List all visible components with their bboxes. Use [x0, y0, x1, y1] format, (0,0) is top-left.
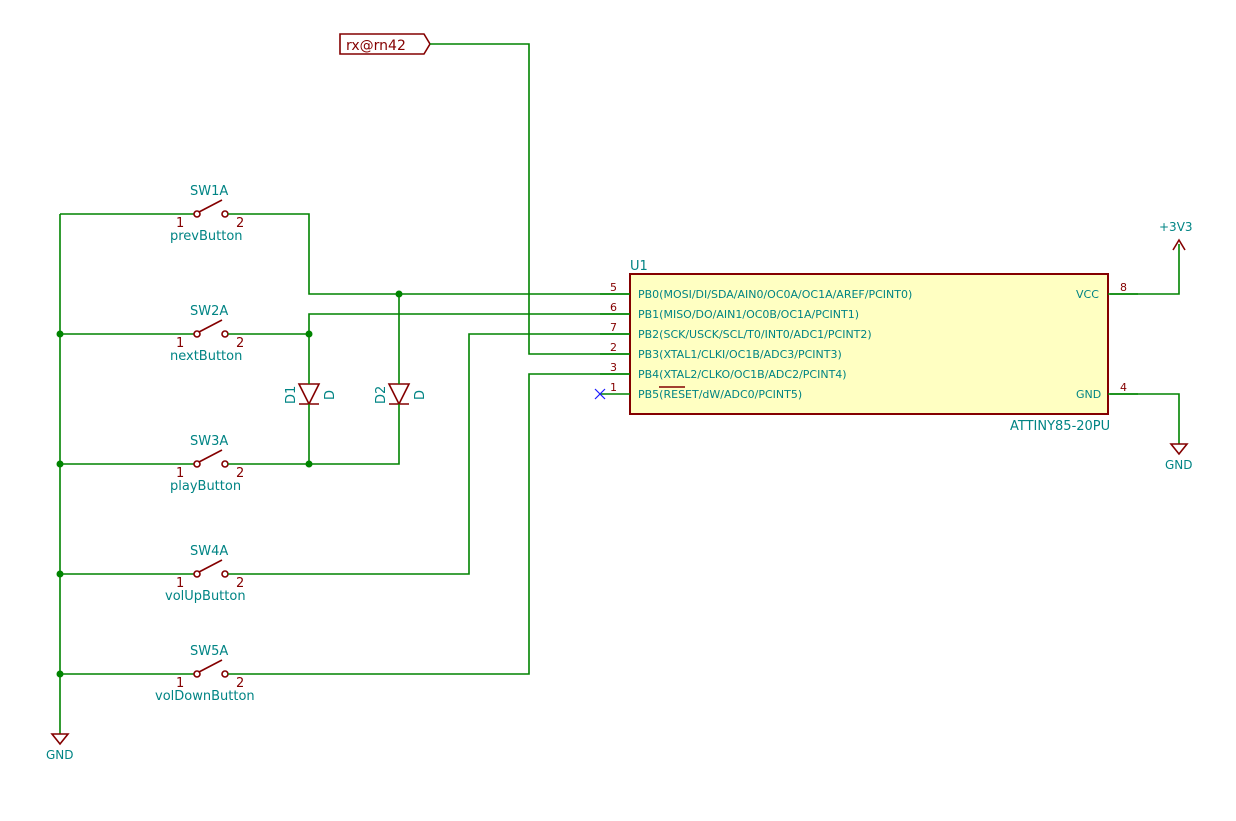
- pin-number: 3: [610, 361, 617, 374]
- wire-sw3-right: [250, 409, 400, 465]
- pin-number: 7: [610, 321, 617, 334]
- junction-dot: [56, 670, 64, 678]
- junction-dot: [56, 570, 64, 578]
- wire-rx-pb3: [430, 43, 630, 355]
- switch-value: volUpButton: [165, 589, 246, 604]
- global-label-rx[interactable]: rx@rn42: [339, 33, 431, 55]
- ic-u1[interactable]: U1 ATTINY85-20PU 5 PB0(MOSI/DI/SDA/AIN0/…: [594, 259, 1127, 434]
- diode-value: D: [413, 390, 428, 400]
- pin-number: 5: [610, 281, 617, 294]
- ic-ref: U1: [630, 259, 648, 274]
- ground-icon: [50, 733, 70, 746]
- pin-name: PB5(RESET/dW/ADC0/PCINT5): [638, 388, 802, 401]
- power-gnd-ic-symbol[interactable]: GND: [1165, 443, 1193, 472]
- ic-value: ATTINY85-20PU: [1010, 419, 1110, 434]
- pin-name: PB3(XTAL1/CLKI/OC1B/ADC3/PCINT3): [638, 348, 842, 361]
- junction-dot: [305, 330, 313, 338]
- pin-number: 2: [610, 341, 617, 354]
- power-vcc-label: +3V3: [1159, 220, 1193, 234]
- diode-d2[interactable]: D2 D: [374, 379, 428, 409]
- switch-ref: SW1A: [190, 184, 228, 199]
- switch-value: playButton: [170, 479, 241, 494]
- junction-dot: [395, 290, 403, 298]
- pin-number: 6: [610, 301, 617, 314]
- switch-ref: SW3A: [190, 434, 228, 449]
- junction-dot: [56, 330, 64, 338]
- pin-name: PB2(SCK/USCK/SCL/T0/INT0/ADC1/PCINT2): [638, 328, 872, 341]
- pin-number: 1: [610, 381, 617, 394]
- ground-icon: [1169, 443, 1189, 456]
- diode-ref: D2: [374, 386, 389, 404]
- diode-ref: D1: [284, 386, 299, 404]
- wire-sw1-pb0: [250, 213, 630, 295]
- power-gnd-switches-symbol[interactable]: GND: [46, 733, 74, 762]
- switch-value: prevButton: [170, 229, 243, 244]
- power-vcc-symbol[interactable]: +3V3: [1159, 220, 1193, 251]
- switch-sw1[interactable]: SW1A 1 2 prevButton: [170, 184, 250, 244]
- switch-sw3[interactable]: SW3A 1 2 playButton: [170, 434, 250, 494]
- power-gnd-label: GND: [1165, 458, 1193, 472]
- wire-sw5-pb4: [250, 373, 630, 675]
- pin-name: PB4(XTAL2/CLKO/OC1B/ADC2/PCINT4): [638, 368, 847, 381]
- switch-sw2[interactable]: SW2A 1 2 nextButton: [170, 304, 250, 364]
- switch-ref: SW2A: [190, 304, 228, 319]
- schematic-canvas: rx@rn42 SW1A 1 2 prevButton SW2A 1 2 nex…: [46, 33, 1193, 762]
- junction-dot: [56, 460, 64, 468]
- power-gnd-label: GND: [46, 748, 74, 762]
- wire-sw4-pb2: [250, 333, 630, 575]
- junction-dot: [305, 460, 313, 468]
- switch-value: volDownButton: [155, 689, 255, 704]
- switch-sw4[interactable]: SW4A 1 2 volUpButton: [165, 544, 250, 604]
- switch-value: nextButton: [170, 349, 242, 364]
- diode-value: D: [323, 390, 338, 400]
- diode-d1[interactable]: D1 D: [284, 379, 338, 409]
- pin-number: 8: [1120, 281, 1127, 294]
- wire-sw2-pb1: [308, 313, 630, 334]
- global-label-text: rx@rn42: [346, 38, 406, 54]
- pin-number: 4: [1120, 381, 1127, 394]
- wire-ic-gnd: [1110, 393, 1180, 444]
- switch-ref: SW4A: [190, 544, 228, 559]
- pin-name: VCC: [1076, 288, 1099, 301]
- pin-name: PB1(MISO/DO/AIN1/OC0B/OC1A/PCINT1): [638, 308, 859, 321]
- switch-ref: SW5A: [190, 644, 228, 659]
- pin-name: PB0(MOSI/DI/SDA/AIN0/OC0A/OC1A/AREF/PCIN…: [638, 288, 912, 301]
- pin-name: GND: [1076, 388, 1101, 401]
